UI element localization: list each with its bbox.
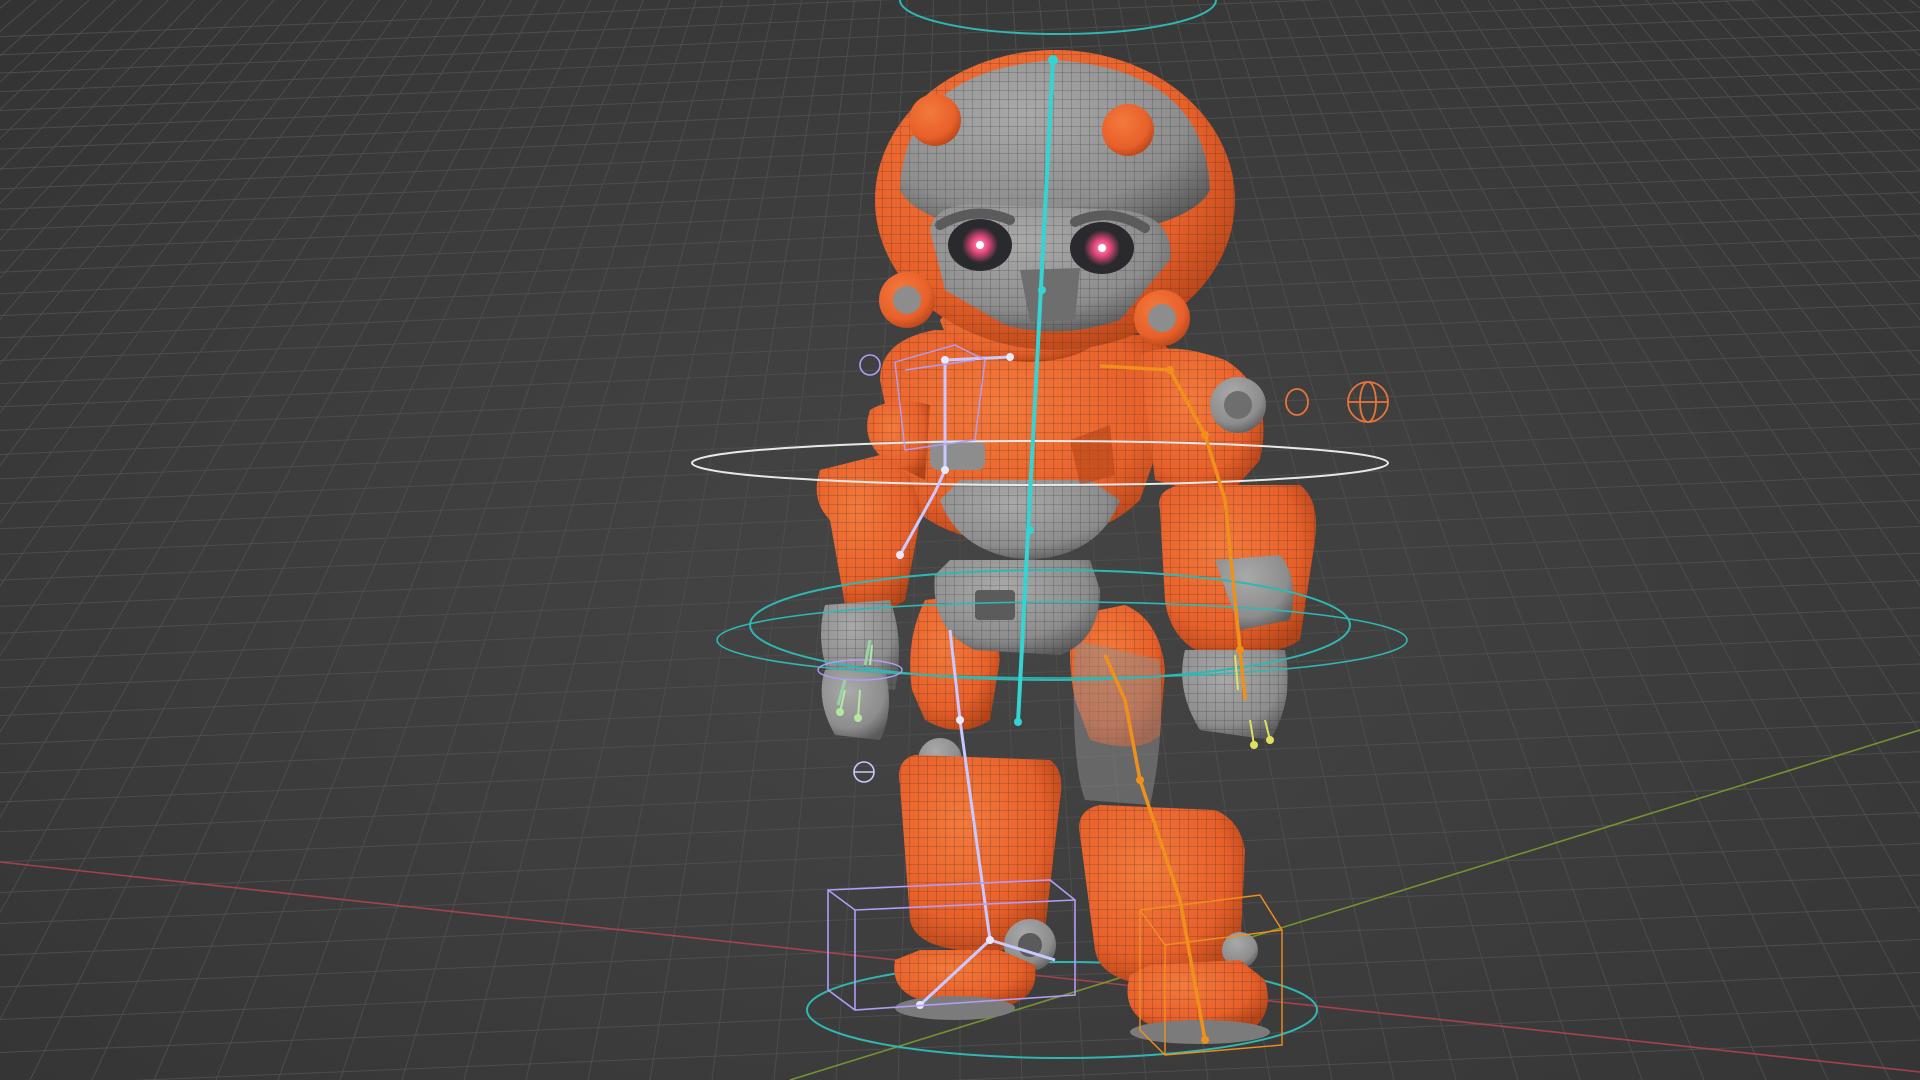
grid-line <box>1213 0 1920 1080</box>
grid-line <box>215 0 644 1080</box>
robot-mesh[interactable] <box>806 50 1318 1059</box>
grid-line <box>339 0 697 1080</box>
grid-line <box>0 0 712 1080</box>
gimbal-widget-right[interactable] <box>1347 381 1389 423</box>
viewport-canvas[interactable] <box>0 0 1920 1080</box>
gimbal-widget-left[interactable] <box>853 761 875 783</box>
grid-line <box>277 0 671 1080</box>
grid-line <box>0 0 707 1080</box>
head[interactable] <box>875 50 1235 350</box>
grid-line <box>0 0 727 1080</box>
grid-line <box>91 0 592 1080</box>
grid-line <box>0 0 11 10</box>
pelvis[interactable] <box>934 560 1101 655</box>
grid-line <box>0 0 722 1080</box>
grid-line <box>0 0 742 1080</box>
shoulder-widget-right[interactable] <box>1285 388 1309 416</box>
3d-viewport[interactable] <box>0 0 1920 1080</box>
grid-line <box>1223 0 1920 1080</box>
grid-line <box>0 0 717 1080</box>
grid-line <box>1243 0 1920 1080</box>
shoulder-widget-left[interactable] <box>859 354 881 376</box>
grid-line <box>1218 0 1920 1080</box>
grid-line <box>0 0 64 57</box>
grid-line <box>153 0 618 1080</box>
leg-left[interactable] <box>894 595 1062 1020</box>
